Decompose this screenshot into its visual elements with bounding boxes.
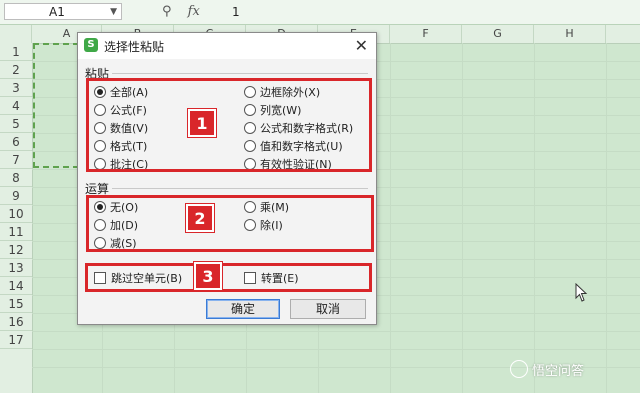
row-3[interactable]: 3 [0,79,32,97]
formula-input[interactable]: 1 [232,5,240,19]
row-8[interactable]: 8 [0,169,32,187]
column-f[interactable]: F [390,25,462,43]
wps-app-icon: S [84,38,98,52]
formula-bar: A1 ▼ ⚲ fx 1 [0,0,640,25]
dialog-titlebar[interactable]: S 选择性粘贴 ✕ [78,33,376,59]
column-h[interactable]: H [534,25,606,43]
row-1[interactable]: 1 [0,43,32,61]
gridline [32,331,640,332]
divider [112,73,368,74]
chevron-down-icon[interactable]: ▼ [110,4,117,21]
row-14[interactable]: 14 [0,277,32,295]
row-4[interactable]: 4 [0,97,32,115]
watermark-logo-icon [510,360,528,378]
select-all-corner[interactable] [0,25,32,43]
annotation-badge-3: 3 [194,262,222,290]
gridline [462,43,463,393]
row-5[interactable]: 5 [0,115,32,133]
annotation-box-operation [86,195,374,252]
ok-button[interactable]: 确定 [206,299,280,319]
name-box[interactable]: A1 ▼ [4,3,122,20]
row-2[interactable]: 2 [0,61,32,79]
row-16[interactable]: 16 [0,313,32,331]
row-15[interactable]: 15 [0,295,32,313]
gridline [32,349,640,350]
annotation-badge-2: 2 [186,204,214,232]
row-13[interactable]: 13 [0,259,32,277]
dialog-title: 选择性粘贴 [104,40,165,54]
row-10[interactable]: 10 [0,205,32,223]
annotation-badge-1: 1 [188,109,216,137]
gridline [390,43,391,393]
row-header: 1 2 3 4 5 6 7 8 9 10 11 12 13 14 15 16 1… [0,43,33,393]
column-g[interactable]: G [462,25,534,43]
gridline [606,43,607,393]
fx-icon[interactable]: fx [188,4,200,19]
watermark: 悟空问答 [510,360,584,379]
gridline [534,43,535,393]
mouse-cursor-icon [575,283,588,302]
name-box-value: A1 [49,5,65,19]
row-17[interactable]: 17 [0,331,32,349]
row-7[interactable]: 7 [0,151,32,169]
row-9[interactable]: 9 [0,187,32,205]
annotation-box-paste [86,78,372,172]
cancel-button[interactable]: 取消 [290,299,366,319]
row-11[interactable]: 11 [0,223,32,241]
row-12[interactable]: 12 [0,241,32,259]
close-icon[interactable]: ✕ [355,36,368,55]
divider [112,188,368,189]
zoom-icon[interactable]: ⚲ [162,4,172,19]
annotation-box-options [85,263,372,292]
row-6[interactable]: 6 [0,133,32,151]
copy-selection-marquee [33,43,79,168]
